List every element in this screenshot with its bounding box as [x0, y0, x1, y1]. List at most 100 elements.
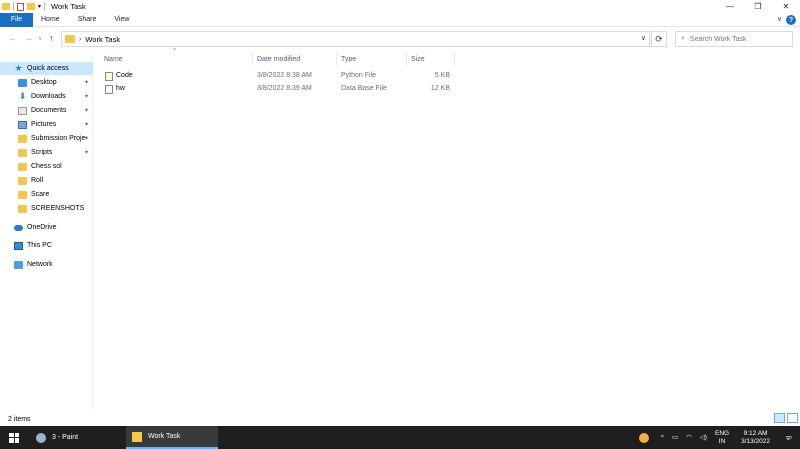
sidebar-item-label: Desktop	[31, 79, 57, 86]
paint-icon	[36, 432, 46, 443]
folder-icon	[18, 134, 27, 143]
sidebar-item-quick-access[interactable]: ★ Quick access	[0, 62, 93, 75]
file-type: Data Base File	[341, 85, 387, 92]
help-icon[interactable]: ?	[786, 15, 796, 25]
details-view-button[interactable]	[774, 413, 785, 423]
large-icons-view-button[interactable]	[787, 413, 798, 423]
taskbar-app-file-explorer[interactable]: Work Task	[126, 426, 218, 449]
clock-time: 9:12 AM	[743, 429, 768, 437]
address-bar[interactable]: › Work Task ∨	[61, 31, 650, 47]
expand-ribbon-icon[interactable]: ∨	[777, 15, 782, 23]
file-name: Code	[116, 72, 133, 79]
folder-icon	[18, 176, 27, 185]
region-code: IN	[718, 437, 726, 445]
pin-icon[interactable]: ✦	[84, 149, 89, 156]
file-size: 5 KB	[434, 72, 450, 79]
folder-icon	[18, 190, 27, 199]
show-hidden-icons-chevron[interactable]: ^	[661, 434, 664, 442]
properties-icon[interactable]	[17, 2, 24, 11]
column-header-date[interactable]: Date modified	[253, 52, 337, 66]
search-box[interactable]: ⌕	[675, 31, 793, 47]
battery-icon[interactable]: ▭	[672, 434, 678, 442]
sidebar-item-desktop[interactable]: Desktop ✦	[0, 76, 93, 89]
tab-file[interactable]: File	[0, 12, 33, 27]
window-title: Work Task	[51, 2, 86, 11]
ribbon-tabs: File Home Share View ∨ ?	[0, 12, 800, 27]
sidebar-item-network[interactable]: Network	[0, 258, 93, 271]
language-indicator[interactable]: ENG IN	[715, 430, 729, 446]
file-row[interactable]: Code 3/8/2022 8:38 AM Python File 5 KB	[100, 70, 455, 83]
search-icon: ⌕	[681, 35, 685, 42]
navigation-pane: ★ Quick access Desktop ✦ ⬇ Downloads ✦ D…	[0, 58, 93, 410]
clock[interactable]: 9:12 AM 3/13/2022	[741, 430, 770, 446]
folder-icon	[65, 35, 75, 43]
sidebar-item-label: SCREENSHOTS	[31, 205, 85, 212]
file-date: 3/8/2022 8:39 AM	[257, 85, 312, 92]
recent-locations-button[interactable]: ∨	[38, 35, 42, 42]
file-name: hw	[116, 85, 125, 92]
system-tray: ^ ▭ ◠ ◁) ENG IN 9:12 AM 3/13/2022 ▭ 2	[638, 426, 800, 449]
python-file-icon	[105, 72, 113, 81]
sidebar-item-this-pc[interactable]: This PC	[0, 239, 93, 252]
sidebar-item-downloads[interactable]: ⬇ Downloads ✦	[0, 90, 93, 103]
onedrive-icon	[14, 224, 23, 231]
volume-icon[interactable]: ◁)	[700, 434, 707, 442]
sidebar-item-label: Pictures	[31, 121, 57, 128]
tab-share[interactable]: Share	[69, 13, 106, 27]
sidebar-item-onedrive[interactable]: OneDrive	[0, 221, 93, 234]
pin-icon[interactable]: ✦	[84, 93, 89, 100]
sidebar-item-roll[interactable]: Roll	[0, 174, 93, 187]
sidebar-item-label: Scripts	[31, 149, 53, 156]
file-type: Python File	[341, 72, 377, 79]
pin-icon[interactable]: ✦	[84, 79, 89, 86]
quick-access-toolbar: ▾	[0, 2, 46, 11]
file-size: 12 KB	[430, 85, 450, 92]
search-input[interactable]	[689, 35, 780, 43]
new-folder-icon[interactable]	[27, 3, 35, 10]
weather-icon[interactable]	[638, 432, 649, 443]
column-header-name[interactable]: Name	[100, 52, 253, 66]
sidebar-item-label: Network	[27, 261, 53, 268]
sidebar-item-label: This PC	[27, 242, 52, 249]
sidebar-item-submission-project[interactable]: Submission Proje ✦	[0, 132, 93, 145]
refresh-button[interactable]: ⟳	[651, 31, 667, 47]
up-button[interactable]: ↑	[49, 33, 54, 43]
folder-icon	[2, 3, 10, 10]
sidebar-item-documents[interactable]: Documents ✦	[0, 104, 93, 117]
start-button[interactable]	[0, 426, 28, 449]
pin-icon[interactable]: ✦	[84, 121, 89, 128]
sidebar-item-label: OneDrive	[27, 224, 57, 231]
wifi-icon[interactable]: ◠	[686, 434, 692, 442]
sidebar-item-chess-sol[interactable]: Chess sol	[0, 160, 93, 173]
notifications-button[interactable]: ▭ 2	[782, 434, 796, 442]
sidebar-item-label: Downloads	[31, 93, 66, 100]
minimize-button[interactable]: —	[716, 0, 744, 13]
forward-button[interactable]: →	[24, 33, 33, 43]
column-header-size[interactable]: Size	[407, 52, 455, 66]
breadcrumb-work-task[interactable]: Work Task	[85, 35, 120, 44]
sidebar-item-scripts[interactable]: Scripts ✦	[0, 146, 93, 159]
sidebar-item-label: Documents	[31, 107, 67, 114]
taskbar-app-label: 3 - Paint	[52, 434, 79, 441]
desktop-icon	[18, 78, 27, 87]
pin-icon[interactable]: ✦	[84, 107, 89, 114]
customize-toolbar-icon[interactable]: ▾	[38, 3, 41, 10]
notification-count: 2	[787, 435, 790, 442]
tab-view[interactable]: View	[105, 13, 138, 27]
close-button[interactable]: ✕	[772, 0, 800, 13]
pin-icon[interactable]: ✦	[84, 135, 89, 142]
sidebar-item-scare[interactable]: Scare	[0, 188, 93, 201]
folder-icon	[18, 148, 27, 157]
file-row[interactable]: hw 3/8/2022 8:39 AM Data Base File 12 KB	[100, 83, 455, 96]
taskbar-app-label: Work Task	[148, 433, 181, 440]
maximize-button[interactable]: ❐	[744, 0, 772, 13]
clock-date: 3/13/2022	[741, 437, 770, 445]
sidebar-item-screenshots[interactable]: SCREENSHOTS	[0, 202, 93, 215]
chevron-down-icon[interactable]: ∨	[641, 34, 646, 42]
tab-home[interactable]: Home	[33, 13, 69, 27]
back-button[interactable]: ←	[8, 33, 17, 43]
taskbar-app-paint[interactable]: 3 - Paint	[30, 426, 122, 449]
sidebar-item-pictures[interactable]: Pictures ✦	[0, 118, 93, 131]
column-header-type[interactable]: Type	[337, 52, 407, 66]
breadcrumb-separator: ›	[79, 35, 82, 43]
